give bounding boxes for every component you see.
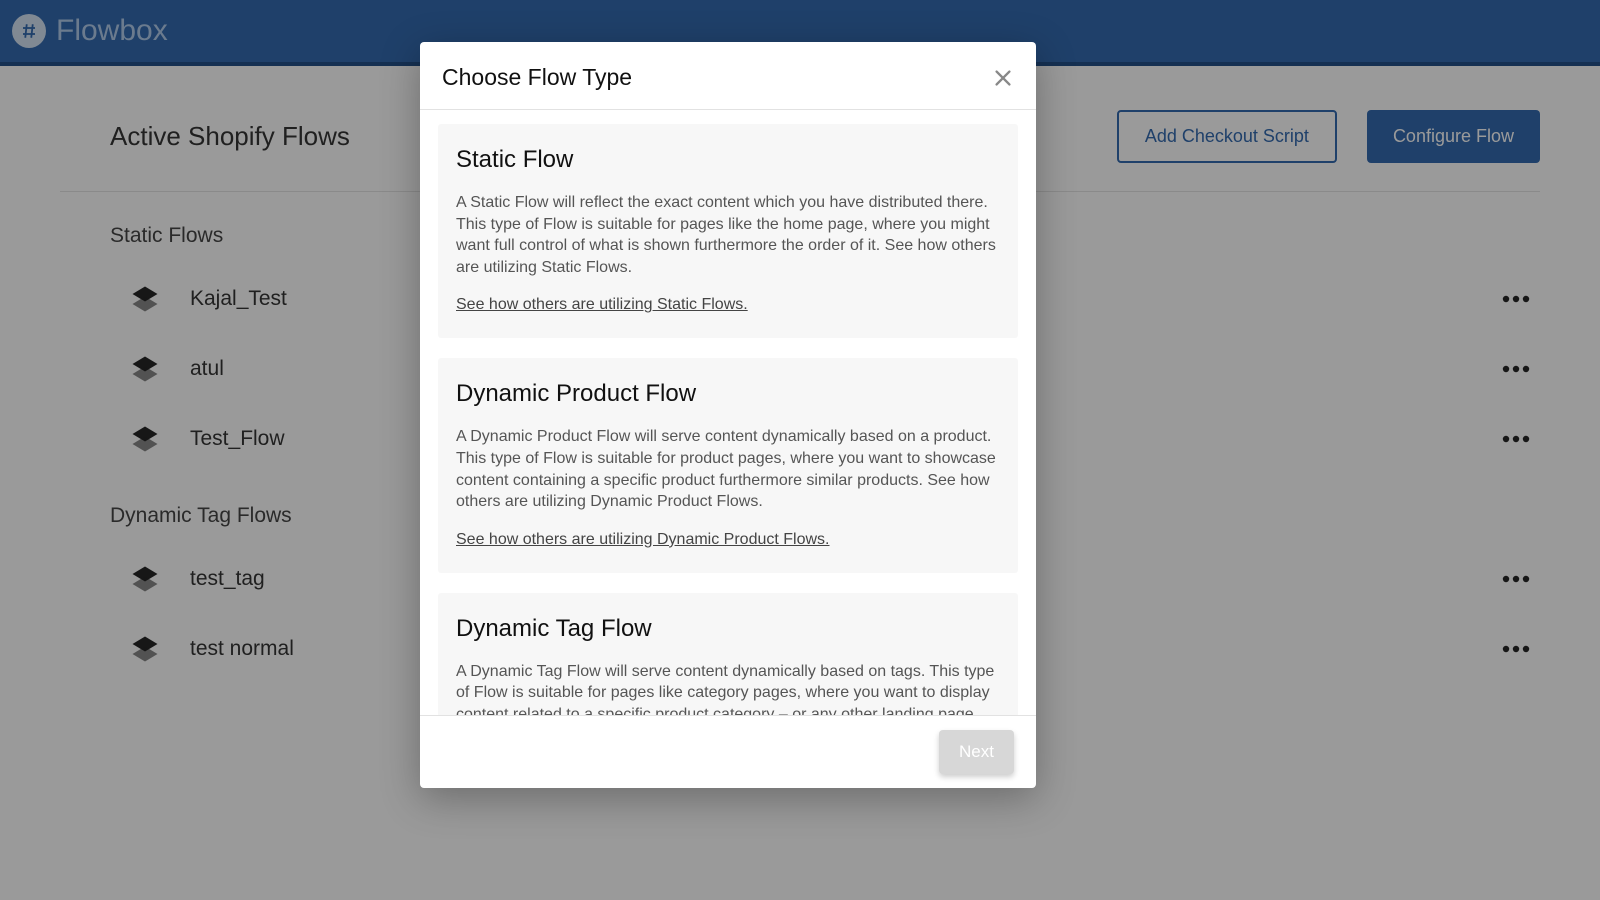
option-description: A Dynamic Tag Flow will serve content dy… (456, 661, 1000, 715)
modal-title: Choose Flow Type (442, 64, 632, 91)
modal-header: Choose Flow Type (420, 42, 1036, 110)
option-title: Dynamic Product Flow (456, 380, 1000, 408)
flow-type-option-static[interactable]: Static Flow A Static Flow will reflect t… (438, 124, 1018, 338)
next-button[interactable]: Next (939, 730, 1014, 774)
flow-type-option-dynamic-tag[interactable]: Dynamic Tag Flow A Dynamic Tag Flow will… (438, 593, 1018, 715)
option-description: A Dynamic Product Flow will serve conten… (456, 426, 1000, 512)
modal-body[interactable]: Static Flow A Static Flow will reflect t… (420, 110, 1036, 715)
modal-footer: Next (420, 715, 1036, 788)
flow-type-option-dynamic-product[interactable]: Dynamic Product Flow A Dynamic Product F… (438, 358, 1018, 572)
option-learn-more-link[interactable]: See how others are utilizing Dynamic Pro… (456, 531, 830, 548)
option-learn-more-link[interactable]: See how others are utilizing Static Flow… (456, 296, 748, 313)
choose-flow-type-modal: Choose Flow Type Static Flow A Static Fl… (420, 42, 1036, 788)
option-description: A Static Flow will reflect the exact con… (456, 192, 1000, 278)
option-title: Static Flow (456, 146, 1000, 174)
option-title: Dynamic Tag Flow (456, 615, 1000, 643)
close-icon[interactable] (992, 67, 1014, 89)
